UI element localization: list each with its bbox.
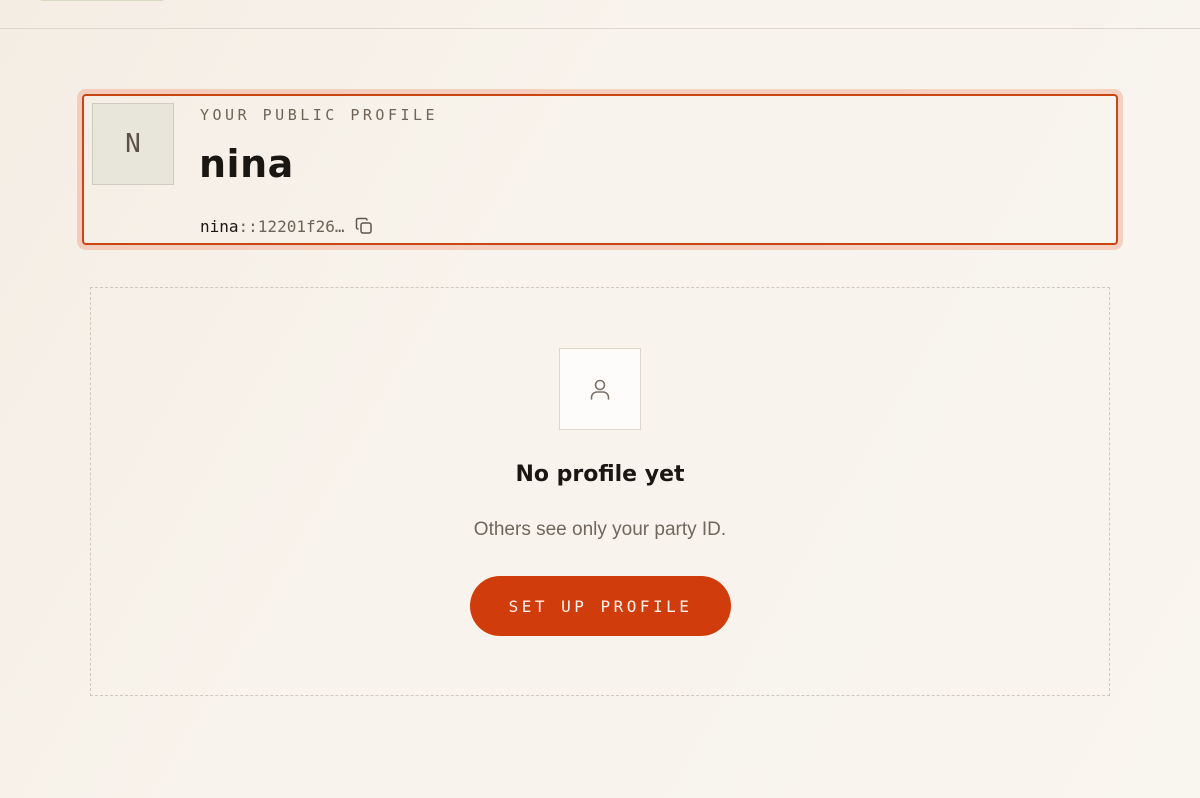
empty-profile-card: No profile yet Others see only your part… bbox=[90, 287, 1110, 696]
public-profile-card: N YOUR PUBLIC PROFILE nina nina::12201f2… bbox=[82, 94, 1118, 245]
set-up-profile-button[interactable]: SET UP PROFILE bbox=[470, 576, 731, 636]
empty-state-title: No profile yet bbox=[515, 462, 685, 487]
page: N YOUR PUBLIC PROFILE nina nina::12201f2… bbox=[0, 0, 1200, 798]
top-bar-pill[interactable] bbox=[34, 0, 170, 1]
copy-icon[interactable] bbox=[354, 216, 374, 236]
avatar-initial: N bbox=[125, 129, 141, 159]
empty-state-subtitle: Others see only your party ID. bbox=[473, 519, 727, 540]
avatar: N bbox=[92, 103, 174, 185]
party-id-name: nina bbox=[200, 216, 239, 236]
user-icon bbox=[559, 348, 641, 430]
party-id: nina::12201f26… bbox=[200, 216, 374, 236]
party-id-hash: ::12201f26… bbox=[238, 216, 345, 236]
profile-eyebrow: YOUR PUBLIC PROFILE bbox=[200, 106, 439, 124]
top-bar bbox=[0, 0, 1200, 29]
profile-name: nina bbox=[199, 142, 294, 186]
